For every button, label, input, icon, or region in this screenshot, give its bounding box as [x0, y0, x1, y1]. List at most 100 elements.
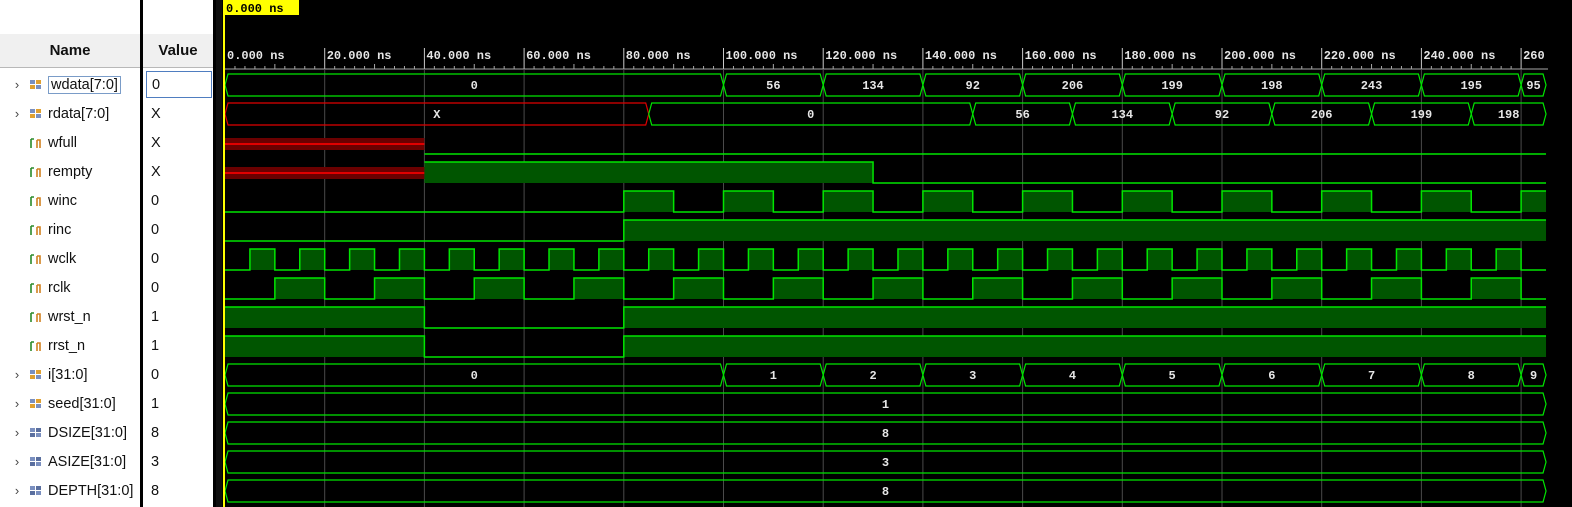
signal-wave [225, 161, 1547, 184]
high-fill [1321, 191, 1372, 212]
bus-wave: 0 56 134 92 206 199 198 243 195 95 [224, 73, 1547, 97]
high-fill [549, 249, 574, 270]
tick-label: 40.000 ns [426, 49, 491, 63]
bus-value-label: 8 [882, 485, 889, 499]
high-fill [848, 249, 874, 270]
signal-wave [225, 248, 1547, 271]
bus-value-label: X [433, 108, 441, 122]
signal-wave [225, 306, 1547, 329]
high-fill [225, 307, 425, 328]
bus-wave: 3 [224, 450, 1547, 474]
bus-value-label: 199 [1411, 108, 1433, 122]
bus-value-label: 3 [882, 456, 889, 470]
high-fill [349, 249, 375, 270]
bus-value-label: 198 [1498, 108, 1520, 122]
high-fill [1047, 249, 1073, 270]
high-fill [823, 191, 874, 212]
tick-label: 180.000 ns [1124, 49, 1196, 63]
high-fill [673, 278, 724, 299]
signal-wave [225, 138, 1547, 155]
high-fill [1496, 249, 1522, 270]
bus-value-label: 0 [807, 108, 814, 122]
high-fill [897, 249, 923, 270]
signal-wave [225, 190, 1547, 213]
high-fill [1197, 249, 1222, 270]
bus-value-label: 243 [1361, 79, 1383, 93]
tick-label: 260 [1523, 49, 1545, 63]
bus-value-label: 195 [1460, 79, 1482, 93]
high-fill [623, 220, 1547, 241]
high-fill [648, 249, 674, 270]
high-fill [1147, 249, 1173, 270]
bus-value-label: 7 [1368, 369, 1375, 383]
high-fill [474, 278, 525, 299]
tick-label: 240.000 ns [1423, 49, 1495, 63]
high-fill [1022, 191, 1073, 212]
waveform-canvas[interactable]: 0.000 ns 0.000 ns 20.000 ns 40.000 ns 60.000… [0, 0, 1572, 507]
bus-value-label: 4 [1069, 369, 1076, 383]
high-fill [773, 278, 824, 299]
signal-wave [225, 335, 1547, 358]
high-fill [1072, 278, 1123, 299]
high-fill [922, 191, 973, 212]
bus-value-label: 9 [1530, 369, 1537, 383]
bus-value-label: 56 [1015, 108, 1029, 122]
high-fill [623, 191, 674, 212]
high-fill [1446, 249, 1472, 270]
bus-value-label: 92 [966, 79, 980, 93]
high-fill [623, 307, 1547, 328]
tick-label: 80.000 ns [626, 49, 691, 63]
high-fill [1471, 278, 1522, 299]
bus-value-label: 5 [1169, 369, 1176, 383]
tick-label: 140.000 ns [925, 49, 997, 63]
signal-wave [225, 277, 1547, 300]
high-fill [1371, 278, 1422, 299]
bus-value-label: 8 [882, 427, 889, 441]
bus-wave: X 0 56 134 92 206 199 198 [224, 102, 1547, 126]
tick-label: 60.000 ns [526, 49, 591, 63]
tick-label: 120.000 ns [825, 49, 897, 63]
bus-value-label: 206 [1062, 79, 1084, 93]
bus-value-label: 134 [862, 79, 884, 93]
high-fill [748, 249, 774, 270]
high-fill [947, 249, 973, 270]
high-fill [573, 278, 624, 299]
bus-value-label: 56 [766, 79, 780, 93]
bus-value-label: 6 [1268, 369, 1275, 383]
high-fill [1222, 191, 1272, 212]
high-fill [1421, 191, 1472, 212]
high-fill [1246, 249, 1272, 270]
high-fill [499, 249, 525, 270]
bus-wave: 8 [224, 479, 1547, 503]
high-fill [1346, 249, 1372, 270]
tick-label: 220.000 ns [1324, 49, 1396, 63]
high-fill [1396, 249, 1422, 270]
high-fill [1271, 278, 1322, 299]
bus-wave: 1 [224, 392, 1547, 416]
bus-value-label: 199 [1161, 79, 1183, 93]
bus-wave: 0 1 2 3 4 5 6 7 8 9 [224, 363, 1547, 387]
tick-label: 200.000 ns [1224, 49, 1296, 63]
high-fill [1172, 278, 1222, 299]
high-fill [1521, 191, 1547, 212]
signal-wave [225, 219, 1547, 242]
high-fill [698, 249, 724, 270]
high-fill [972, 278, 1023, 299]
high-fill [1097, 249, 1123, 270]
high-fill [424, 162, 874, 183]
high-fill [798, 249, 824, 270]
bus-value-label: 3 [969, 369, 976, 383]
high-fill [399, 249, 425, 270]
high-fill [723, 191, 774, 212]
high-fill [225, 336, 425, 357]
tick-label: 100.000 ns [726, 49, 798, 63]
bus-value-label: 1 [770, 369, 777, 383]
cursor-time-label: 0.000 ns [226, 2, 284, 16]
high-fill [623, 336, 1547, 357]
high-fill [1122, 191, 1173, 212]
high-fill [274, 278, 325, 299]
bus-value-label: 0 [471, 79, 478, 93]
bus-value-label: 134 [1111, 108, 1133, 122]
bus-value-label: 198 [1261, 79, 1283, 93]
high-fill [449, 249, 475, 270]
